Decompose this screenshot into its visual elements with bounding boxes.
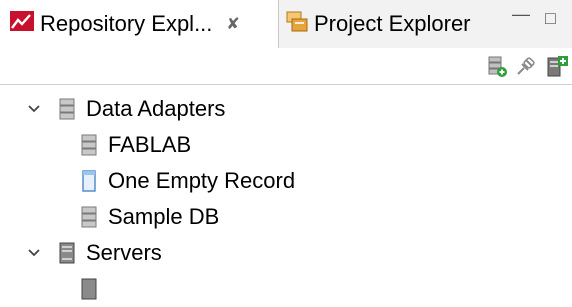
database-icon — [80, 206, 98, 228]
repository-tree: Data Adapters FABLAB One Empty Record Sa… — [0, 85, 572, 300]
tree-node-data-adapters[interactable]: Data Adapters — [24, 91, 225, 127]
minimize-icon[interactable]: — — [512, 4, 530, 25]
database-icon — [58, 98, 76, 120]
tree-node-label: One Empty Record — [108, 168, 296, 193]
tab-label: Project Explorer — [314, 11, 471, 36]
tree-node-partial — [80, 271, 108, 307]
tab-repository-explorer[interactable]: Repository Expl... ✘ — [0, 0, 279, 48]
empty-record-icon — [80, 170, 98, 192]
link-icon[interactable] — [514, 56, 536, 78]
view-tab-bar: Repository Expl... ✘ Project Explorer — … — [0, 0, 572, 48]
tab-label: Repository Expl... — [40, 11, 213, 36]
tree-node-label: FABLAB — [108, 132, 192, 157]
tree-node-label: Servers — [86, 240, 162, 265]
maximize-icon[interactable]: □ — [545, 8, 556, 29]
tab-project-explorer[interactable]: Project Explorer — [286, 0, 471, 48]
tree-node-sample-db[interactable]: Sample DB — [80, 199, 219, 235]
database-icon — [80, 134, 98, 156]
server-icon — [58, 242, 76, 264]
repository-icon — [10, 11, 34, 37]
server-icon — [80, 278, 98, 300]
add-server-icon[interactable] — [546, 56, 568, 78]
chevron-down-icon[interactable] — [24, 104, 44, 114]
add-data-adapter-icon[interactable] — [486, 56, 508, 78]
tree-node-one-empty-record[interactable]: One Empty Record — [80, 163, 295, 199]
chevron-down-icon[interactable] — [24, 248, 44, 258]
view-toolbar — [0, 48, 572, 85]
tree-node-label: Data Adapters — [86, 96, 226, 121]
tree-node-servers[interactable]: Servers — [24, 235, 162, 271]
project-folder-icon — [286, 10, 308, 38]
close-icon[interactable]: ✘ — [226, 14, 239, 34]
tree-node-fablab[interactable]: FABLAB — [80, 127, 191, 163]
tree-node-label: Sample DB — [108, 204, 220, 229]
